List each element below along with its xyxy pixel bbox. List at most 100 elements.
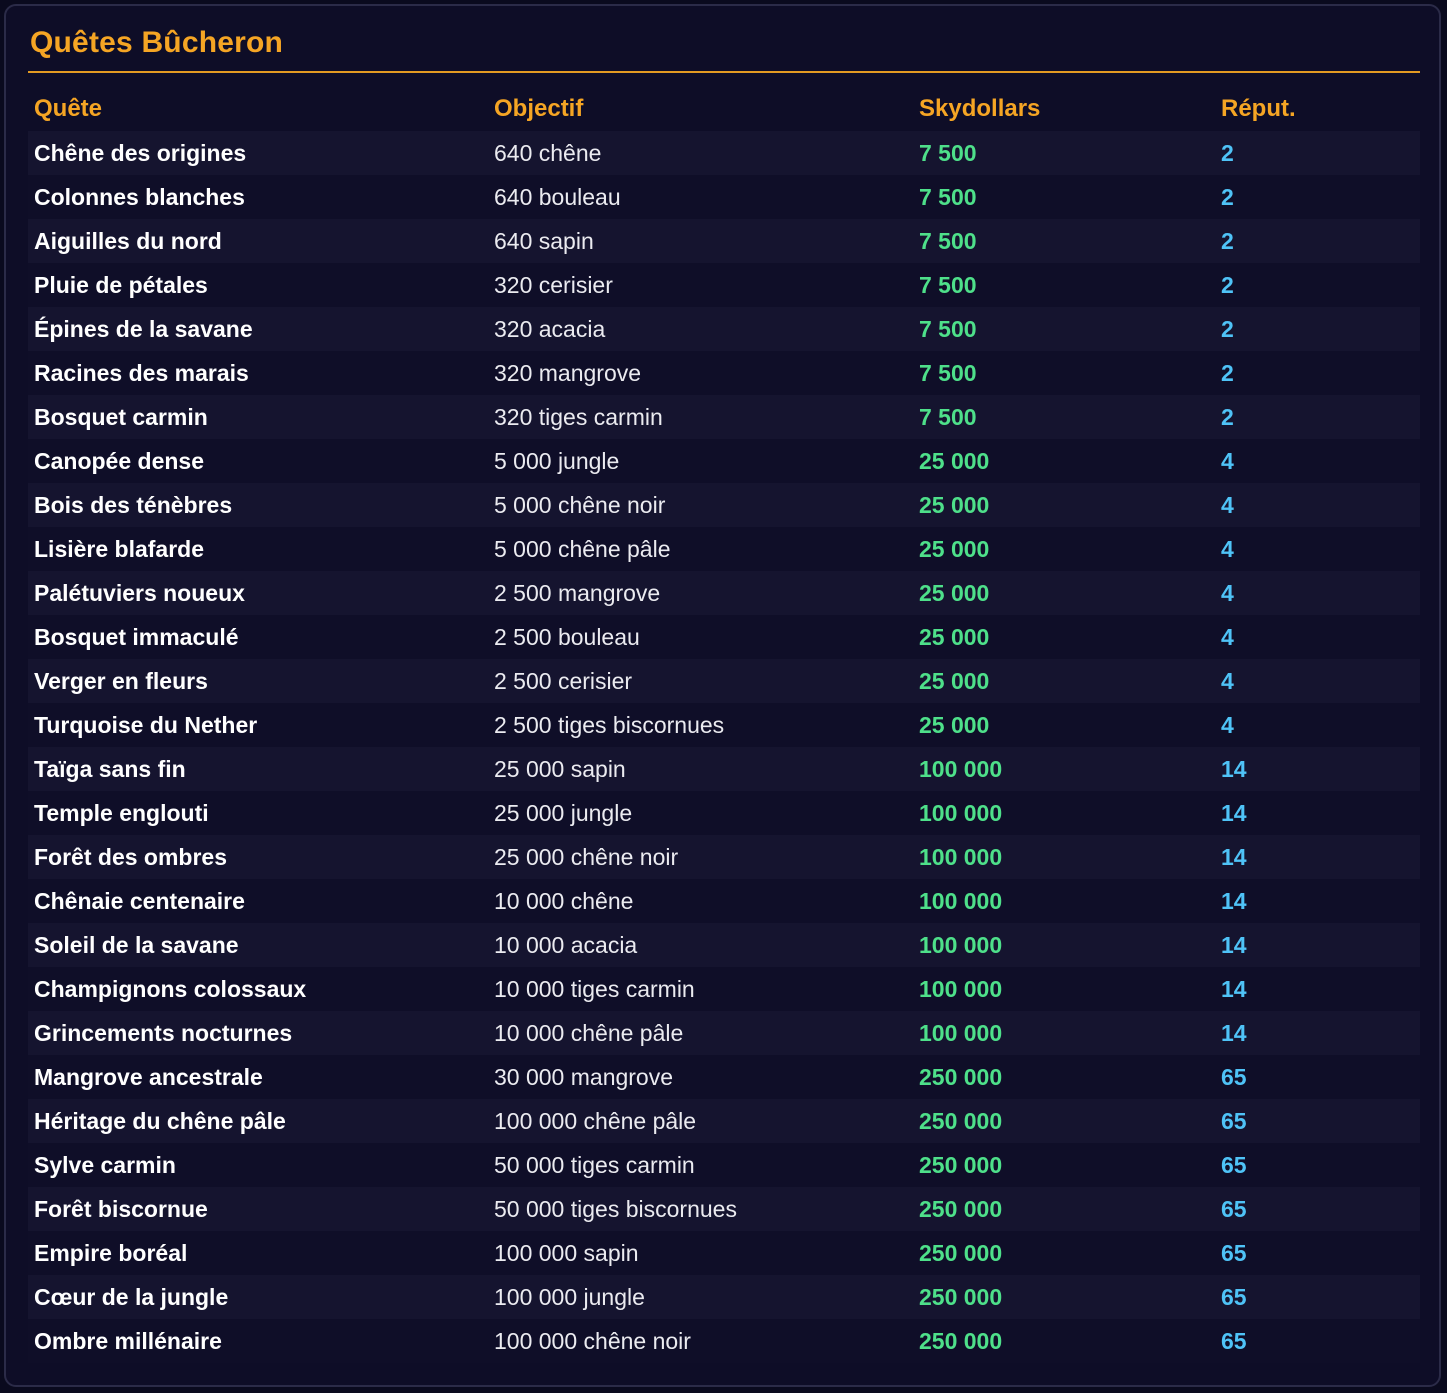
objective-cell: 5 000 chêne noir xyxy=(494,491,666,518)
skydollars-cell: 25 000 xyxy=(919,623,990,650)
reputation-cell: 14 xyxy=(1221,1019,1247,1046)
table-row: Colonnes blanches 640 bouleau 7 500 2 xyxy=(28,175,1420,219)
skydollars-cell: 7 500 xyxy=(919,315,977,342)
quest-name-cell: Bosquet carmin xyxy=(34,403,208,430)
table-row: Épines de la savane 320 acacia 7 500 2 xyxy=(28,307,1420,351)
table-row: Forêt des ombres 25 000 chêne noir 100 000… xyxy=(28,835,1420,879)
table-row: Lisière blafarde 5 000 chêne pâle 25 000 4 xyxy=(28,527,1420,571)
objective-cell: 2 500 mangrove xyxy=(494,579,661,606)
table-row: Chêne des origines 640 chêne 7 500 2 xyxy=(28,131,1420,175)
quest-name-cell: Chêne des origines xyxy=(34,139,247,166)
reputation-cell: 14 xyxy=(1221,799,1247,826)
column-header-skydollars: Skydollars xyxy=(919,94,1041,122)
quest-name-cell: Épines de la savane xyxy=(34,315,253,342)
reputation-cell: 4 xyxy=(1221,447,1234,474)
reputation-cell: 65 xyxy=(1221,1107,1247,1134)
skydollars-cell: 25 000 xyxy=(919,535,990,562)
table-row: Pluie de pétales 320 cerisier 7 500 2 xyxy=(28,263,1420,307)
skydollars-cell: 250 000 xyxy=(919,1239,1003,1266)
quest-name-cell: Forêt des ombres xyxy=(34,843,227,870)
skydollars-cell: 250 000 xyxy=(919,1283,1003,1310)
reputation-cell: 14 xyxy=(1221,931,1247,958)
skydollars-cell: 250 000 xyxy=(919,1151,1003,1178)
skydollars-cell: 250 000 xyxy=(919,1107,1003,1134)
skydollars-cell: 100 000 xyxy=(919,1019,1003,1046)
reputation-cell: 4 xyxy=(1221,579,1234,606)
reputation-cell: 65 xyxy=(1221,1283,1247,1310)
quest-name-cell: Turquoise du Nether xyxy=(34,711,258,738)
reputation-cell: 14 xyxy=(1221,755,1247,782)
reputation-cell: 14 xyxy=(1221,843,1247,870)
quest-name-cell: Bois des ténèbres xyxy=(34,491,233,518)
table-row: Héritage du chêne pâle 100 000 chêne pâle… xyxy=(28,1099,1420,1143)
table-row: Temple englouti 25 000 jungle 100 000 14 xyxy=(28,791,1420,835)
quest-name-cell: Champignons colossaux xyxy=(34,975,307,1002)
table-row: Bosquet carmin 320 tiges carmin 7 500 2 xyxy=(28,395,1420,439)
panel-title: Quêtes Bûcheron xyxy=(30,26,284,59)
skydollars-cell: 100 000 xyxy=(919,931,1003,958)
objective-cell: 10 000 acacia xyxy=(494,931,638,958)
quest-name-cell: Pluie de pétales xyxy=(34,271,208,298)
skydollars-cell: 7 500 xyxy=(919,227,977,254)
objective-cell: 2 500 bouleau xyxy=(494,623,640,650)
quest-name-cell: Colonnes blanches xyxy=(34,183,245,210)
table-header: Quête Objectif Skydollars Réput. xyxy=(28,86,1420,131)
skydollars-cell: 7 500 xyxy=(919,403,977,430)
objective-cell: 10 000 chêne xyxy=(494,887,634,914)
quest-name-cell: Empire boréal xyxy=(34,1239,188,1266)
objective-cell: 320 mangrove xyxy=(494,359,642,386)
reputation-cell: 65 xyxy=(1221,1239,1247,1266)
reputation-cell: 65 xyxy=(1221,1063,1247,1090)
column-header-objective: Objectif xyxy=(494,94,584,122)
objective-cell: 30 000 mangrove xyxy=(494,1063,674,1090)
skydollars-cell: 7 500 xyxy=(919,183,977,210)
quest-name-cell: Soleil de la savane xyxy=(34,931,239,958)
skydollars-cell: 250 000 xyxy=(919,1195,1003,1222)
reputation-cell: 14 xyxy=(1221,975,1247,1002)
objective-cell: 50 000 tiges carmin xyxy=(494,1151,695,1178)
table-row: Chênaie centenaire 10 000 chêne 100 000 14 xyxy=(28,879,1420,923)
table-row: Champignons colossaux 10 000 tiges carmin… xyxy=(28,967,1420,1011)
skydollars-cell: 25 000 xyxy=(919,711,990,738)
objective-cell: 320 acacia xyxy=(494,315,606,342)
quest-name-cell: Palétuviers noueux xyxy=(34,579,245,606)
objective-cell: 10 000 chêne pâle xyxy=(494,1019,684,1046)
objective-cell: 320 tiges carmin xyxy=(494,403,663,430)
quest-name-cell: Forêt biscornue xyxy=(34,1195,208,1222)
title-divider xyxy=(28,71,1420,73)
skydollars-cell: 100 000 xyxy=(919,755,1003,782)
objective-cell: 100 000 chêne noir xyxy=(494,1327,691,1354)
skydollars-cell: 250 000 xyxy=(919,1327,1003,1354)
objective-cell: 640 chêne xyxy=(494,139,602,166)
skydollars-cell: 100 000 xyxy=(919,843,1003,870)
header-row: Quête Objectif Skydollars Réput. xyxy=(28,86,1420,131)
table-row: Turquoise du Nether 2 500 tiges biscornue… xyxy=(28,703,1420,747)
reputation-cell: 65 xyxy=(1221,1195,1247,1222)
table-row: Grincements nocturnes 10 000 chêne pâle 10… xyxy=(28,1011,1420,1055)
reputation-cell: 65 xyxy=(1221,1151,1247,1178)
reputation-cell: 2 xyxy=(1221,139,1234,166)
table-row: Aiguilles du nord 640 sapin 7 500 2 xyxy=(28,219,1420,263)
quest-name-cell: Chênaie centenaire xyxy=(34,887,245,914)
objective-cell: 640 sapin xyxy=(494,227,594,254)
quest-name-cell: Verger en fleurs xyxy=(34,667,208,694)
quest-name-cell: Héritage du chêne pâle xyxy=(34,1107,286,1134)
table-row: Racines des marais 320 mangrove 7 500 2 xyxy=(28,351,1420,395)
quest-table: Quête Objectif Skydollars Réput. Chêne d… xyxy=(28,86,1420,1363)
reputation-cell: 2 xyxy=(1221,183,1234,210)
reputation-cell: 2 xyxy=(1221,271,1234,298)
reputation-cell: 4 xyxy=(1221,623,1234,650)
reputation-cell: 2 xyxy=(1221,315,1234,342)
quest-name-cell: Grincements nocturnes xyxy=(34,1019,293,1046)
quest-name-cell: Racines des marais xyxy=(34,359,249,386)
table-row: Cœur de la jungle 100 000 jungle 250 000 65 xyxy=(28,1275,1420,1319)
objective-cell: 50 000 tiges biscornues xyxy=(494,1195,737,1222)
table-row: Ombre millénaire 100 000 chêne noir 250 00… xyxy=(28,1319,1420,1363)
skydollars-cell: 100 000 xyxy=(919,799,1003,826)
table-row: Bosquet immaculé 2 500 bouleau 25 000 4 xyxy=(28,615,1420,659)
objective-cell: 10 000 tiges carmin xyxy=(494,975,695,1002)
table-body: Chêne des origines 640 chêne 7 500 2 Colonne… xyxy=(28,131,1420,1363)
table-row: Mangrove ancestrale 30 000 mangrove 250 00… xyxy=(28,1055,1420,1099)
table-row: Palétuviers noueux 2 500 mangrove 25 000 4 xyxy=(28,571,1420,615)
skydollars-cell: 100 000 xyxy=(919,887,1003,914)
